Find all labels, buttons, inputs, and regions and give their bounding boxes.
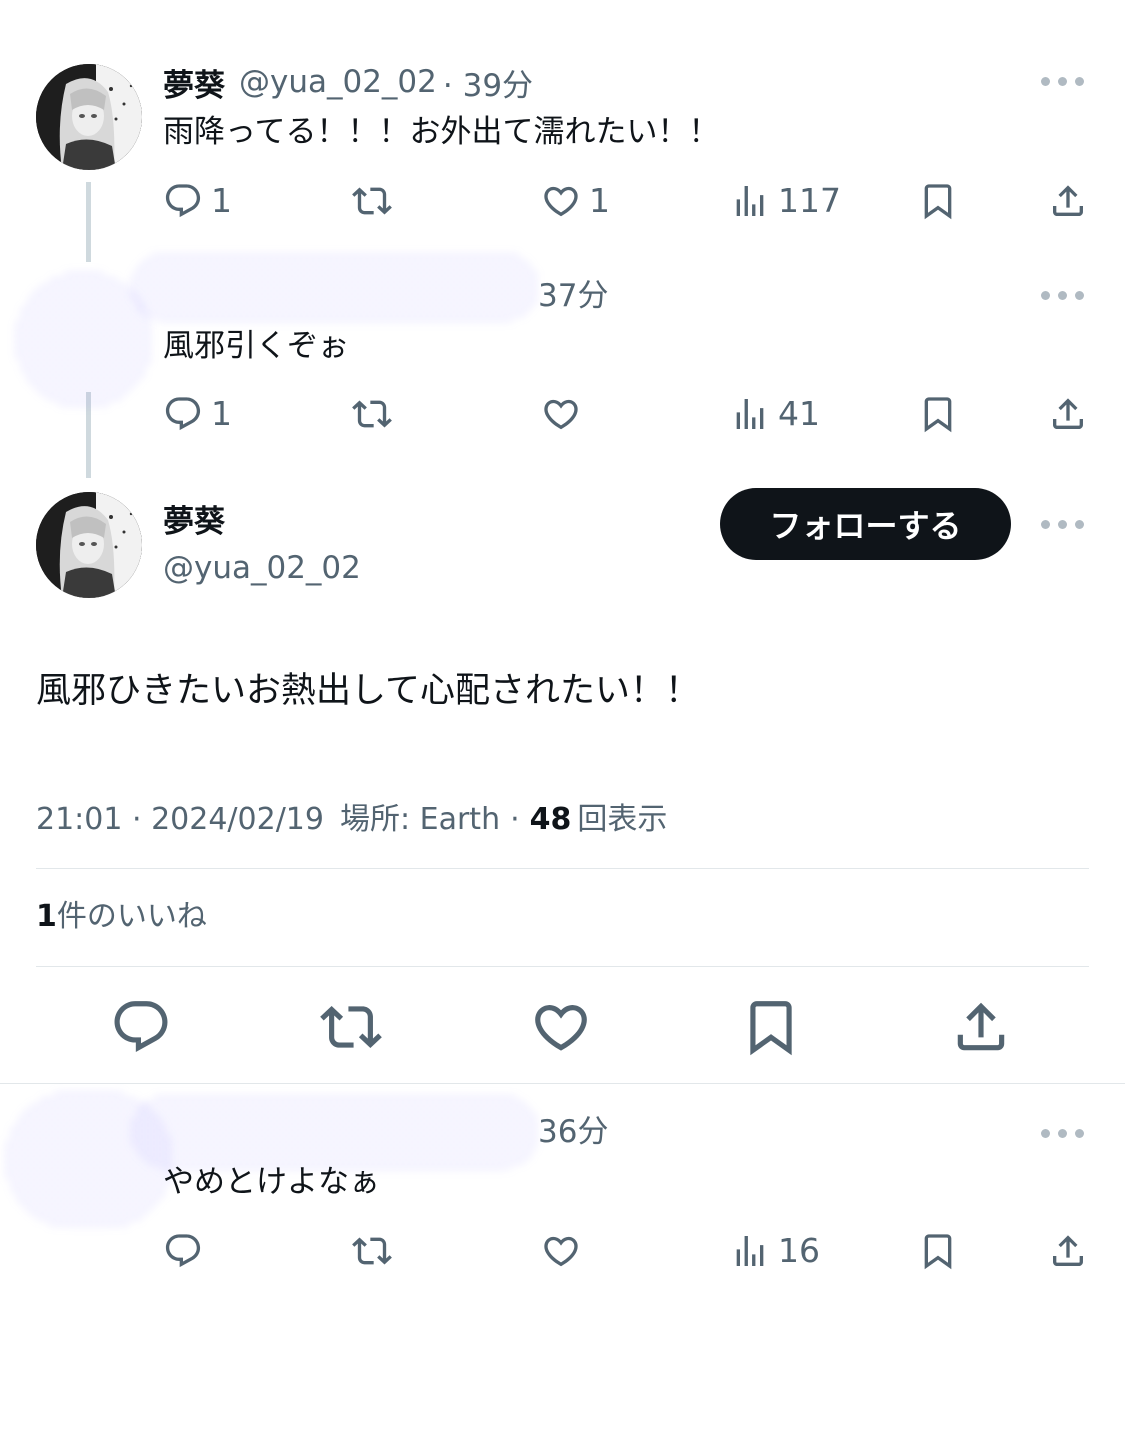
divider [36,868,1089,869]
follow-button[interactable]: フォローする [720,488,1011,560]
timestamp[interactable]: 36分 [538,1110,608,1154]
views-icon [730,394,770,434]
avatar[interactable] [36,492,142,598]
display-name[interactable]: 夢葵 [163,60,225,105]
handle[interactable]: @yua_02_02 [163,546,361,590]
more-icon[interactable] [1041,1126,1085,1140]
views-icon [730,1231,770,1271]
tweet-header: 夢葵 @yua_02_02 · 39分 [163,60,533,104]
share-icon [1048,181,1088,221]
reply-icon [163,1231,203,1271]
retweet-icon [352,1231,392,1271]
reply-button[interactable] [110,996,172,1058]
heart-icon [541,1231,581,1271]
bookmark-icon [740,996,802,1058]
share-icon [950,996,1012,1058]
share-icon [1048,394,1088,434]
share-button[interactable] [950,996,1012,1058]
views-button[interactable]: 117 [730,181,841,221]
likes-summary[interactable]: 1件のいいね [36,895,207,939]
reply-button[interactable]: 1 [163,181,232,221]
retweet-button[interactable] [352,1231,392,1271]
redacted-name [130,1094,540,1170]
main-tweet-text: 風邪ひきたいお熱出して心配されたい！！ [36,671,700,711]
heart-icon [530,996,592,1058]
reply-button[interactable]: 1 [163,394,232,434]
share-button[interactable] [1048,181,1088,221]
share-button[interactable] [1048,394,1088,434]
view-count: 41 [778,394,820,433]
separator: · [510,802,520,837]
tweet-text: やめとけよなぁ [163,1164,380,1200]
divider [0,1083,1125,1084]
reply-count: 1 [211,394,232,433]
retweet-icon [352,394,392,434]
redacted-name [130,252,540,322]
display-name[interactable]: 夢葵 [163,500,225,544]
share-icon [1048,1231,1088,1271]
share-button[interactable] [1048,1231,1088,1271]
timestamp[interactable]: · 39分 [443,60,533,105]
reply-icon [110,996,172,1058]
views-label: 回表示 [577,802,668,837]
bookmark-icon [918,394,958,434]
avatar-image [36,64,142,170]
bookmark-icon [918,181,958,221]
views-button[interactable]: 16 [730,1231,820,1271]
bookmark-icon [918,1231,958,1271]
bookmark-button[interactable] [740,996,802,1058]
views-icon [730,181,770,221]
handle[interactable]: @yua_02_02 [239,64,437,100]
like-button[interactable] [541,394,581,434]
view-count: 16 [778,1231,820,1270]
like-button[interactable] [541,1231,581,1271]
heart-icon [541,394,581,434]
reply-count: 1 [211,181,232,220]
views-count: 48 [529,802,572,837]
avatar-image [36,492,142,598]
likes-label: 件のいいね [56,899,207,934]
bookmark-button[interactable] [918,181,958,221]
more-icon[interactable] [1041,288,1085,302]
retweet-button[interactable] [320,996,382,1058]
retweet-button[interactable] [352,181,392,221]
timestamp[interactable]: 37分 [538,274,608,318]
more-icon[interactable] [1041,517,1085,531]
retweet-button[interactable] [352,394,392,434]
more-icon[interactable] [1041,74,1085,88]
retweet-icon [320,996,382,1058]
reply-button[interactable] [163,1231,203,1271]
like-button[interactable]: 1 [541,181,610,221]
tweet-text: 雨降ってる！！！お外出て濡れたい！！ [163,114,720,150]
reply-icon [163,181,203,221]
likes-count: 1 [36,899,57,934]
tweet-text: 風邪引くぞぉ [163,328,349,364]
avatar[interactable] [36,64,142,170]
bookmark-button[interactable] [918,1231,958,1271]
tweet-timestamp[interactable]: 21:01 · 2024/02/19 [36,798,324,842]
like-count: 1 [589,181,610,220]
view-count: 117 [778,181,841,220]
bookmark-button[interactable] [918,394,958,434]
heart-icon [541,181,581,221]
retweet-icon [352,181,392,221]
thread-line [86,182,91,262]
divider [36,966,1089,967]
views-button[interactable]: 41 [730,394,820,434]
like-button[interactable] [530,996,592,1058]
reply-icon [163,394,203,434]
location: 場所: Earth [339,802,501,837]
tweet-meta: 21:01 · 2024/02/19 場所: Earth · 48 回表示 [36,798,667,842]
